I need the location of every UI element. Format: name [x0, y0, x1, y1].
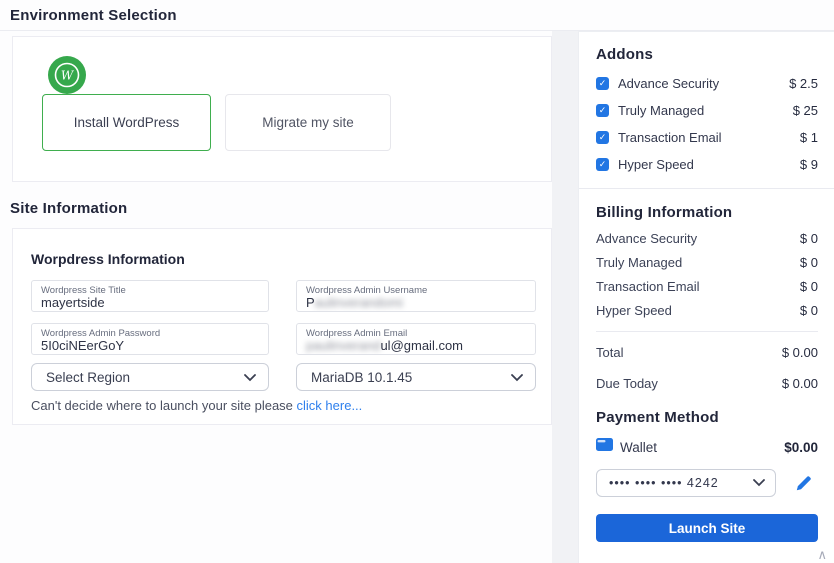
- addon-row-truly-managed: ✓ Truly Managed $ 25: [596, 102, 818, 118]
- environment-panel: W Install WordPress Migrate my site: [12, 36, 552, 182]
- install-wordpress-label: Install WordPress: [73, 115, 180, 130]
- admin-email-value: paulinverandul@gmail.com: [306, 338, 464, 353]
- addon-checkbox[interactable]: ✓: [596, 157, 609, 171]
- admin-password-field[interactable]: Wordpress Admin Password 5I0ciNEerGoY: [31, 323, 269, 355]
- chevron-down-icon: [753, 474, 765, 492]
- billing-row: Transaction Email $ 0: [596, 278, 818, 294]
- chevron-down-icon: [511, 370, 523, 385]
- check-icon: ✓: [598, 158, 607, 169]
- admin-password-value: 5I0ciNEerGoY: [41, 338, 125, 353]
- wallet-amount: $0.00: [784, 439, 818, 455]
- region-select-value: Select Region: [46, 369, 131, 385]
- addon-price: $ 1: [799, 129, 818, 145]
- card-number: •••• •••• •••• 4242: [609, 476, 719, 490]
- totals-divider: [596, 331, 818, 332]
- addon-label: Truly Managed: [618, 102, 705, 118]
- due-today-label: Due Today: [596, 376, 658, 391]
- addon-row-hyper-speed: ✓ Hyper Speed $ 9: [596, 156, 818, 172]
- migrate-site-label: Migrate my site: [262, 115, 354, 130]
- check-icon: ✓: [598, 131, 607, 142]
- due-today-value: $ 0.00: [781, 376, 818, 391]
- billing-row: Truly Managed $ 0: [596, 254, 818, 270]
- billing-price: $ 0: [799, 230, 818, 246]
- database-select-value: MariaDB 10.1.45: [311, 369, 413, 385]
- install-wordpress-card[interactable]: Install WordPress: [42, 94, 211, 151]
- site-title-value: mayertside: [41, 295, 105, 310]
- addon-label: Transaction Email: [618, 129, 722, 145]
- check-icon: ✓: [598, 77, 607, 88]
- addon-row-advance-security: ✓ Advance Security $ 2.5: [596, 75, 818, 91]
- site-title-field[interactable]: Wordpress Site Title mayertside: [31, 280, 269, 312]
- launch-site-button[interactable]: Launch Site: [596, 514, 818, 542]
- addon-price: $ 2.5: [789, 75, 818, 91]
- card-select[interactable]: •••• •••• •••• 4242: [596, 469, 776, 497]
- payment-method-heading: Payment Method: [596, 409, 719, 426]
- wallet-icon: [596, 438, 613, 456]
- total-value: $ 0.00: [781, 345, 818, 360]
- region-select[interactable]: Select Region: [31, 363, 269, 391]
- database-select[interactable]: MariaDB 10.1.45: [296, 363, 536, 391]
- redacted-text: paulinverand: [306, 338, 381, 353]
- scroll-top-caret[interactable]: ∧: [817, 547, 827, 563]
- addon-checkbox[interactable]: ✓: [596, 76, 609, 90]
- wordpress-icon: W: [48, 56, 86, 94]
- billing-price: $ 0: [799, 278, 818, 294]
- billing-label: Truly Managed: [596, 254, 683, 270]
- migrate-site-card[interactable]: Migrate my site: [225, 94, 391, 151]
- page-title: Environment Selection: [10, 7, 177, 24]
- billing-label: Hyper Speed: [596, 302, 672, 318]
- billing-row: Hyper Speed $ 0: [596, 302, 818, 318]
- page-header: Environment Selection: [0, 0, 834, 31]
- admin-email-field[interactable]: Wordpress Admin Email paulinverandul@gma…: [296, 323, 536, 355]
- click-here-link[interactable]: click here...: [297, 398, 363, 413]
- addon-checkbox[interactable]: ✓: [596, 103, 609, 117]
- region-helper-text: Can't decide where to launch your site p…: [31, 398, 363, 413]
- billing-label: Advance Security: [596, 230, 698, 246]
- chevron-down-icon: [244, 370, 256, 385]
- due-today-row: Due Today $ 0.00: [596, 376, 818, 391]
- addon-row-transaction-email: ✓ Transaction Email $ 1: [596, 129, 818, 145]
- site-information-heading: Site Information: [10, 200, 128, 217]
- billing-price: $ 0: [799, 302, 818, 318]
- check-icon: ✓: [598, 104, 607, 115]
- addon-label: Advance Security: [618, 75, 720, 91]
- card-row: •••• •••• •••• 4242: [596, 469, 818, 497]
- select-row: Select Region MariaDB 10.1.45: [31, 363, 536, 391]
- wallet-label: Wallet: [620, 439, 658, 455]
- billing-price: $ 0: [799, 254, 818, 270]
- order-sidebar: Addons ✓ Advance Security $ 2.5 ✓ Truly …: [578, 31, 834, 563]
- addons-heading: Addons: [596, 46, 654, 63]
- addon-price: $ 9: [799, 156, 818, 172]
- site-information-panel: Worpdress Information Wordpress Site Tit…: [12, 228, 552, 425]
- wordpress-information-title: Worpdress Information: [31, 251, 185, 267]
- admin-username-value: Paulinverandomi: [306, 295, 403, 310]
- pencil-icon[interactable]: [795, 475, 812, 492]
- section-divider: [579, 188, 834, 189]
- billing-row: Advance Security $ 0: [596, 230, 818, 246]
- redacted-text: aulinverandomi: [314, 295, 403, 310]
- billing-heading: Billing Information: [596, 204, 733, 221]
- total-label: Total: [596, 345, 624, 360]
- wordpress-fields: Wordpress Site Title mayertside Wordpres…: [31, 280, 536, 355]
- addon-label: Hyper Speed: [618, 156, 694, 172]
- wallet-row: Wallet $0.00: [596, 438, 818, 456]
- total-row: Total $ 0.00: [596, 345, 818, 360]
- billing-label: Transaction Email: [596, 278, 700, 294]
- addon-checkbox[interactable]: ✓: [596, 130, 609, 144]
- admin-username-field[interactable]: Wordpress Admin Username Paulinverandomi: [296, 280, 536, 312]
- svg-text:W: W: [61, 69, 75, 83]
- addon-price: $ 25: [792, 102, 818, 118]
- page: Environment Selection W Install WordPres…: [0, 0, 834, 563]
